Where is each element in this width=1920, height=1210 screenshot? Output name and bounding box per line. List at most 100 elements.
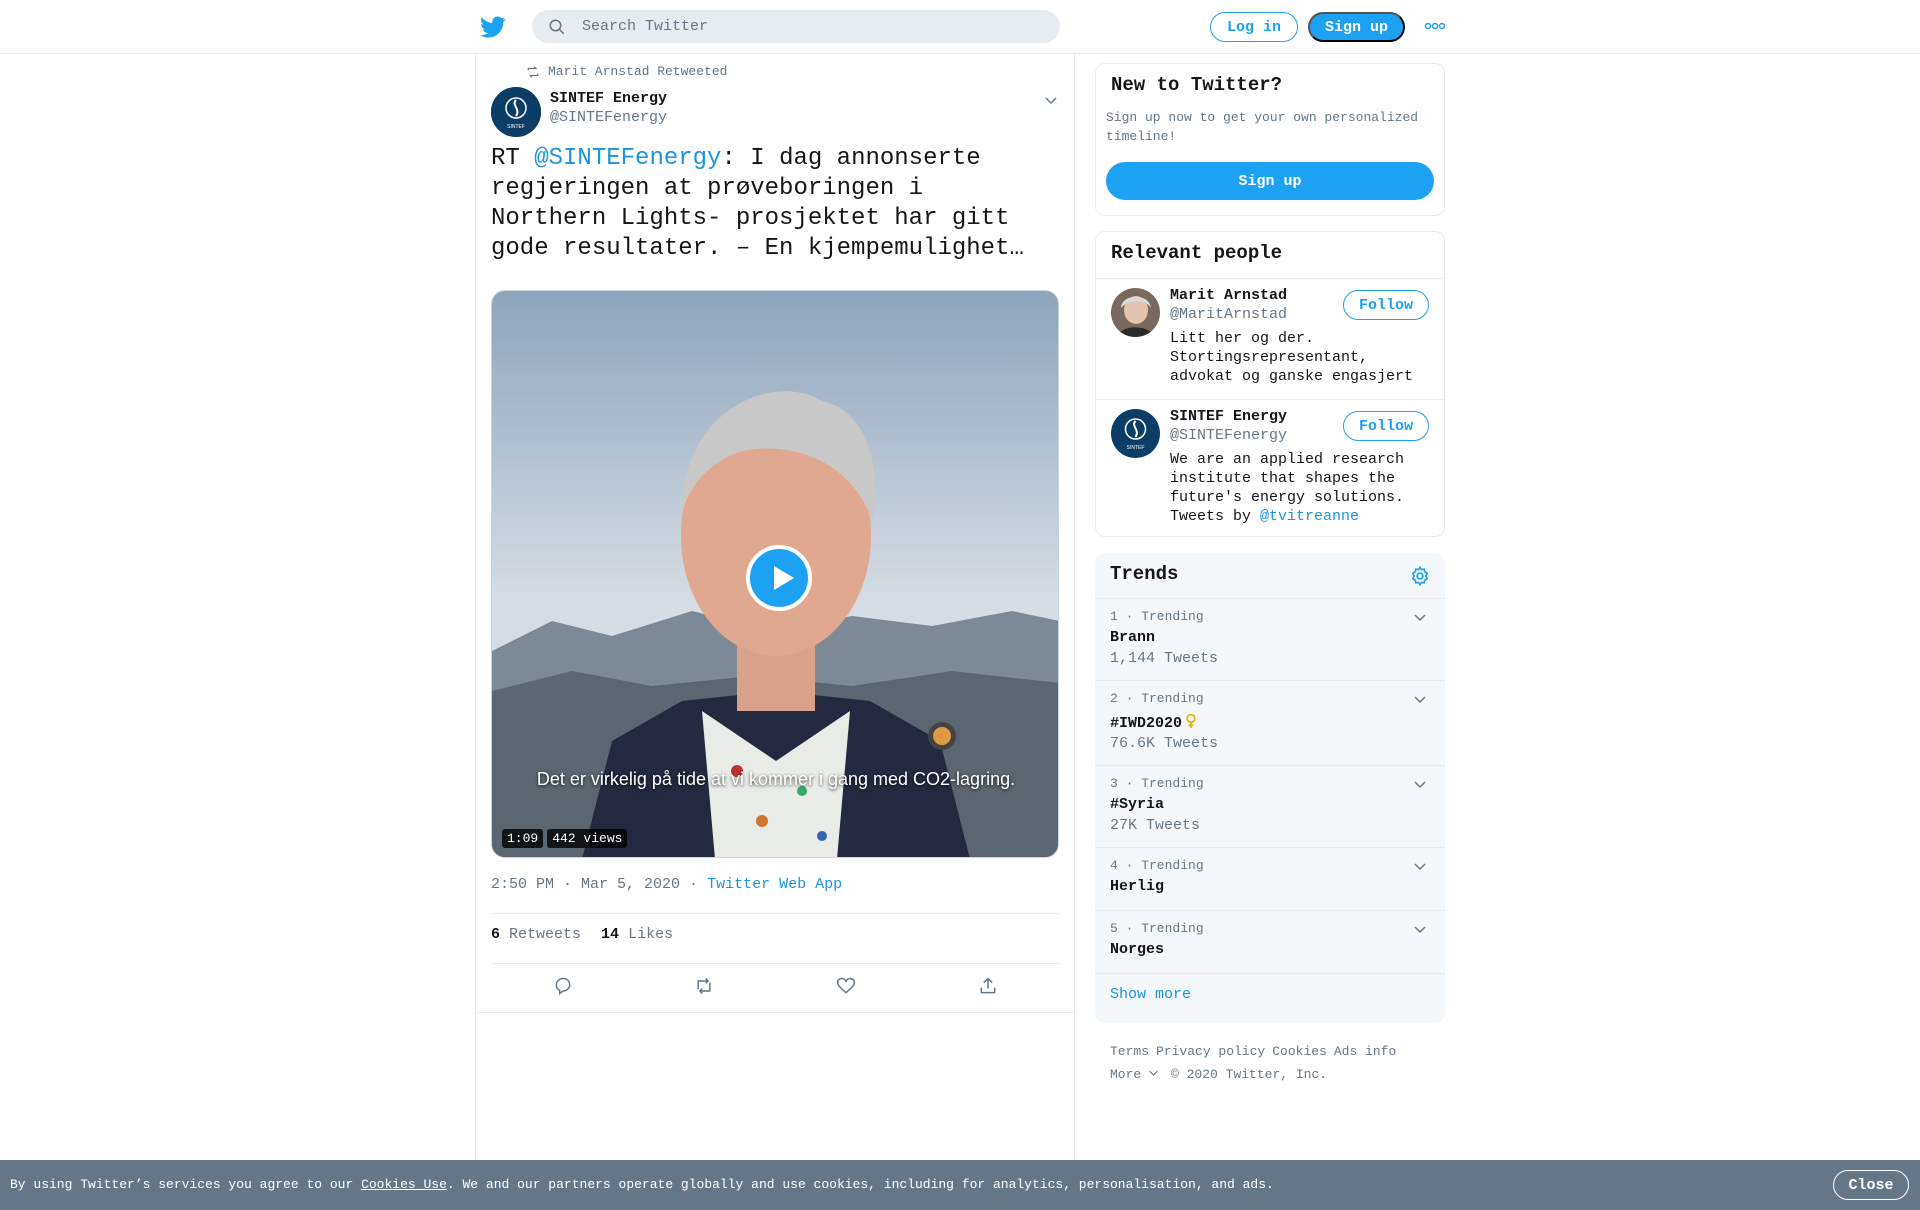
person-handle[interactable]: @SINTEFenergy: [1170, 427, 1287, 444]
search-input[interactable]: [582, 18, 1022, 35]
gear-icon[interactable]: [1409, 565, 1431, 587]
divider: [1095, 973, 1445, 974]
female-symbol-icon: [1186, 713, 1196, 728]
footer-privacy-link[interactable]: Privacy policy: [1156, 1044, 1265, 1059]
relevant-people-card: Relevant people Marit Arnstad @MaritArns…: [1095, 231, 1445, 537]
chevron-down-icon[interactable]: [1413, 693, 1427, 707]
play-icon: [774, 566, 794, 590]
footer-more-label: More: [1110, 1067, 1142, 1082]
trend-name-row[interactable]: #IWD2020: [1110, 713, 1197, 732]
likes-label: Likes: [628, 926, 674, 943]
reply-icon[interactable]: [553, 976, 573, 996]
trend-meta: 1 · Trending: [1110, 609, 1204, 624]
cookie-close-button[interactable]: Close: [1833, 1170, 1909, 1200]
follow-button[interactable]: Follow: [1343, 411, 1429, 441]
likes-stat[interactable]: 14 Likes: [601, 926, 673, 943]
cookies-use-link[interactable]: Cookies Use: [361, 1177, 447, 1192]
trend-count: 27K Tweets: [1110, 817, 1201, 834]
more-options-icon[interactable]: [1425, 21, 1445, 31]
share-icon[interactable]: [978, 976, 998, 996]
trend-name[interactable]: Herlig: [1110, 878, 1164, 895]
author-handle[interactable]: @SINTEFenergy: [550, 109, 667, 126]
tweet-timestamp[interactable]: 2:50 PM · Mar 5, 2020 ·: [491, 876, 698, 893]
svg-text:SINTEF: SINTEF: [507, 124, 525, 130]
cookie-text-after: . We and our partners operate globally a…: [446, 1177, 1274, 1192]
trend-item[interactable]: 3 · Trending #Syria 27K Tweets: [1095, 765, 1445, 847]
person-bio: We are an applied research institute tha…: [1170, 450, 1432, 526]
person-item[interactable]: Marit Arnstad @MaritArnstad Follow Litt …: [1096, 279, 1444, 399]
show-more-link[interactable]: Show more: [1110, 986, 1191, 1003]
follow-button[interactable]: Follow: [1343, 290, 1429, 320]
trend-meta: 2 · Trending: [1110, 691, 1204, 706]
retweeted-by-text[interactable]: Marit Arnstad Retweeted: [548, 64, 727, 79]
retweets-count: 6: [491, 926, 501, 943]
mention-link[interactable]: @SINTEFenergy: [534, 145, 721, 172]
chevron-down-icon[interactable]: [1413, 860, 1427, 874]
trend-name[interactable]: Norges: [1110, 941, 1164, 958]
footer-more-link[interactable]: More: [1110, 1067, 1159, 1082]
retweet-icon[interactable]: [694, 976, 714, 996]
relevant-people-title: Relevant people: [1111, 242, 1283, 264]
retweet-context: Marit Arnstad Retweeted: [526, 64, 727, 79]
login-button[interactable]: Log in: [1210, 12, 1298, 42]
trends-title: Trends: [1110, 563, 1179, 585]
trends-card: Trends 1 · Trending Brann 1,144 Tweets 2…: [1095, 553, 1445, 1023]
trend-meta: 4 · Trending: [1110, 858, 1204, 873]
person-bio: Litt her og der. Stortingsrepresentant, …: [1170, 330, 1414, 385]
sintef-logo-icon: SINTEF: [491, 87, 541, 137]
trend-name[interactable]: #Syria: [1110, 796, 1164, 813]
sintef-logo-icon: SINTEF: [1111, 409, 1160, 458]
person-name[interactable]: SINTEF Energy: [1170, 408, 1287, 425]
signup-card: New to Twitter? Sign up now to get your …: [1095, 63, 1445, 216]
play-button[interactable]: [746, 545, 812, 611]
tweet-source-link[interactable]: Twitter Web App: [707, 876, 842, 893]
signup-card-title: New to Twitter?: [1111, 74, 1283, 96]
heart-icon[interactable]: [836, 976, 856, 996]
footer-ads-link[interactable]: Ads info: [1334, 1044, 1396, 1059]
sidebar-signup-button[interactable]: Sign up: [1106, 162, 1434, 200]
twitter-logo-icon[interactable]: [480, 14, 506, 40]
chevron-down-icon[interactable]: [1413, 778, 1427, 792]
trend-name[interactable]: #IWD2020: [1110, 715, 1182, 732]
avatar[interactable]: [1111, 288, 1160, 337]
footer-cookies-link[interactable]: Cookies: [1272, 1044, 1327, 1059]
cookie-banner: By using Twitter’s services you agree to…: [0, 1160, 1920, 1210]
retweets-label: Retweets: [509, 926, 582, 943]
retweet-icon: [527, 65, 539, 78]
video-player[interactable]: Det er virkelig på tide at vi kommer i g…: [491, 290, 1059, 858]
divider: [491, 963, 1059, 964]
trend-item[interactable]: 1 · Trending Brann 1,144 Tweets: [1095, 598, 1445, 680]
tweet-text: RT @SINTEFenergy: I dag annonserte regje…: [491, 144, 1051, 264]
trend-meta: 5 · Trending: [1110, 921, 1204, 936]
avatar[interactable]: SINTEF: [1111, 409, 1160, 458]
video-subtitle: Det er virkelig på tide at vi kommer i g…: [536, 769, 1016, 789]
search-icon: [549, 19, 565, 34]
author-name[interactable]: SINTEF Energy: [550, 90, 667, 107]
retweets-stat[interactable]: 6 Retweets: [491, 926, 581, 943]
trend-item[interactable]: 4 · Trending Herlig: [1095, 847, 1445, 910]
chevron-down-icon[interactable]: [1413, 923, 1427, 937]
trend-name[interactable]: Brann: [1110, 629, 1155, 646]
person-name[interactable]: Marit Arnstad: [1170, 287, 1287, 304]
tweet-text-prefix: RT: [491, 145, 535, 172]
video-duration: 1:09: [502, 829, 544, 848]
svg-text:SINTEF: SINTEF: [1127, 445, 1145, 451]
chevron-down-icon[interactable]: [1044, 94, 1058, 108]
likes-count: 14: [601, 926, 620, 943]
author-avatar[interactable]: SINTEF: [491, 87, 541, 137]
trend-item[interactable]: 5 · Trending Norges: [1095, 910, 1445, 973]
tweet-meta: 2:50 PM · Mar 5, 2020 · Twitter Web App: [491, 876, 842, 893]
mention-link[interactable]: @tvitreanne: [1260, 508, 1359, 525]
person-handle[interactable]: @MaritArnstad: [1170, 306, 1287, 323]
trend-item[interactable]: 2 · Trending #IWD2020 76.6K Tweets: [1095, 680, 1445, 765]
footer-terms-link[interactable]: Terms: [1110, 1044, 1149, 1059]
signup-button[interactable]: Sign up: [1308, 12, 1405, 42]
chevron-down-icon: [1149, 1070, 1159, 1076]
chevron-down-icon[interactable]: [1413, 611, 1427, 625]
person-item[interactable]: SINTEF SINTEF Energy @SINTEFenergy Follo…: [1096, 400, 1444, 537]
divider: [476, 1012, 1074, 1013]
trend-count: 1,144 Tweets: [1110, 650, 1219, 667]
video-views: 442 views: [547, 829, 628, 848]
cookie-text: By using Twitter’s services you agree to…: [10, 1177, 1274, 1192]
search-box[interactable]: [532, 10, 1060, 43]
